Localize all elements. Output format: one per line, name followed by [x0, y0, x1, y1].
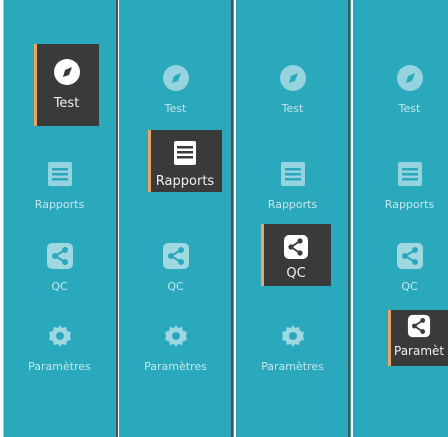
- compass-icon: [53, 58, 81, 86]
- sidebar-item-label: Paramètres: [28, 360, 91, 373]
- sidebar-item-test[interactable]: Test: [353, 44, 448, 134]
- sidebar-item-label: Rapports: [267, 198, 318, 211]
- sidebar-panel-2: Test Rapports QC Paramètres: [116, 0, 234, 437]
- sidebar-item-label: Paramèt: [394, 344, 445, 358]
- sidebar-item-rapports[interactable]: Rapports: [236, 140, 349, 230]
- share-icon: [283, 234, 309, 260]
- sidebar-panel-3: Test Rapports QC Paramètres: [233, 0, 351, 437]
- sidebar-item-qc[interactable]: QC: [261, 224, 331, 286]
- gear-icon: [162, 322, 190, 350]
- sidebar-panel-1: Test Rapports QC Paramètres: [0, 0, 118, 437]
- sidebar-item-rapports[interactable]: Rapports: [3, 140, 116, 230]
- share-icon: [46, 242, 74, 270]
- sidebar-item-label: Test: [164, 102, 187, 115]
- compass-icon: [162, 64, 190, 92]
- compass-icon: [279, 64, 307, 92]
- gear-icon: [279, 322, 307, 350]
- sidebar-item-parametres[interactable]: Paramètres: [119, 302, 232, 392]
- sidebar-panel-4: Test Rapports QC Paramèt: [350, 0, 448, 437]
- share-icon: [162, 242, 190, 270]
- sidebar-item-label: Rapports: [384, 198, 435, 211]
- sidebar-item-label: QC: [401, 280, 418, 293]
- sidebar-item-label: Test: [281, 102, 304, 115]
- list-icon: [396, 160, 424, 188]
- sidebar-item-test[interactable]: Test: [236, 44, 349, 134]
- compass-icon: [396, 64, 424, 92]
- sidebar-item-label: QC: [167, 280, 184, 293]
- sidebar-item-parametres[interactable]: Paramèt: [388, 310, 448, 366]
- sidebar-item-test[interactable]: Test: [34, 44, 99, 126]
- list-icon: [46, 160, 74, 188]
- sidebar-item-label: Paramètres: [144, 360, 207, 373]
- sidebar-item-qc[interactable]: QC: [353, 222, 448, 312]
- sidebar-item-qc[interactable]: QC: [119, 222, 232, 312]
- share-icon: [407, 314, 431, 338]
- share-icon: [396, 242, 424, 270]
- sidebar-item-label: Paramètres: [261, 360, 324, 373]
- active-accent: [34, 44, 37, 126]
- list-icon: [172, 140, 198, 166]
- sidebar-item-parametres[interactable]: Paramètres: [3, 302, 116, 392]
- active-accent: [388, 310, 391, 366]
- sidebar-item-rapports[interactable]: Rapports: [353, 140, 448, 230]
- sidebar-item-qc[interactable]: QC: [3, 222, 116, 312]
- sidebar-item-rapports[interactable]: Rapports: [148, 130, 222, 192]
- sidebar-item-label: Rapports: [155, 174, 215, 189]
- sidebar-item-label: Rapports: [34, 198, 85, 211]
- sidebar-item-test[interactable]: Test: [119, 44, 232, 134]
- sidebar-item-label: Test: [398, 102, 421, 115]
- sidebar-item-label: QC: [286, 266, 306, 281]
- sidebar-item-parametres[interactable]: Paramètres: [236, 302, 349, 392]
- sidebar-item-label: QC: [51, 280, 68, 293]
- list-icon: [279, 160, 307, 188]
- sidebar-item-label: Test: [53, 96, 80, 111]
- gear-icon: [46, 322, 74, 350]
